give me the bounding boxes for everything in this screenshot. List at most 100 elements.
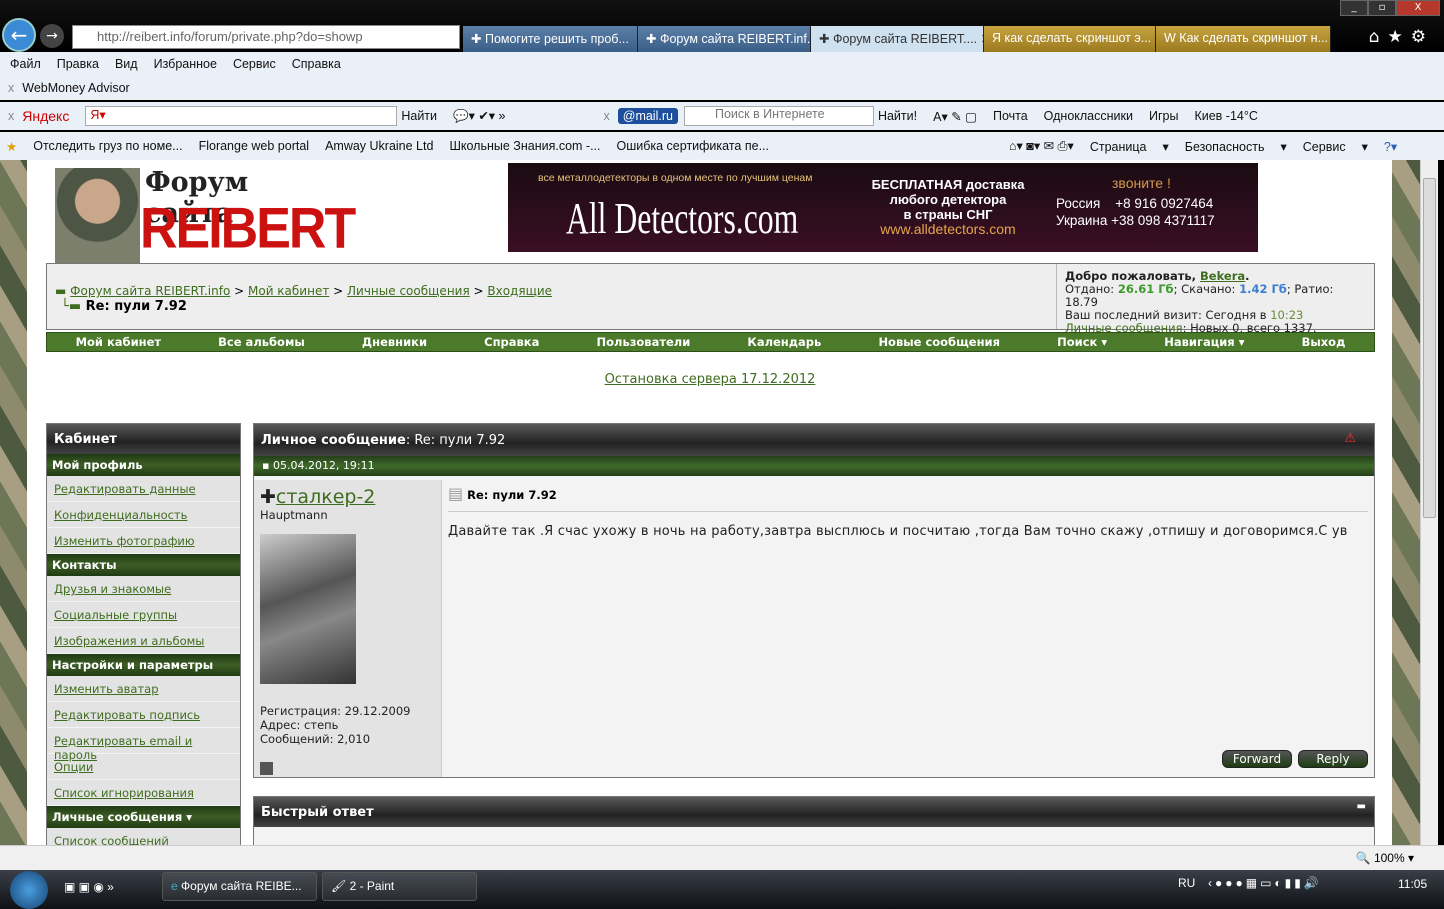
browser-titlebar: _ ▫ X ← → http://reibert.info/forum/privat… [0,0,1444,52]
ad-banner[interactable]: все металлодетекторы в одном месте по лу… [508,163,1258,252]
home-favorites-tools-icons[interactable]: ⌂★⚙ [1369,27,1434,47]
taskbar-item-paint[interactable]: 🖌 2 - Paint [322,872,477,901]
zoom-control[interactable]: 🔍 100% ▾ [1356,851,1414,865]
banner-brand: All Detectors.com [566,194,799,243]
username-link[interactable]: Bekera [1200,269,1245,283]
sidebar-item[interactable]: Редактировать подпись [54,708,200,722]
nav-users[interactable]: Пользователи [597,335,691,349]
current-page-title: └▬ Re: пули 7.92 [61,299,187,314]
nav-new-posts[interactable]: Новые сообщения [878,335,1000,349]
tab[interactable]: W Как сделать скриншот н... [1156,26,1331,52]
banner-phones: Россия +8 916 0927464 Украина +38 098 437… [1056,196,1215,228]
favorite-link[interactable]: Школьные Знания.com -... [449,139,600,153]
nav-logout[interactable]: Выход [1302,335,1346,349]
nav-diaries[interactable]: Дневники [362,335,427,349]
message-date: ▪ 05.04.2012, 19:11 [254,456,1374,476]
favorites-star-icon[interactable]: ★ [6,139,17,154]
back-button[interactable]: ← [2,18,36,52]
webmoney-advisor[interactable]: WebMoney Advisor [22,81,129,95]
menu-edit[interactable]: Правка [57,57,99,71]
start-button[interactable] [10,871,48,909]
scrollbar-thumb[interactable] [1423,178,1436,518]
close-icon[interactable]: x [8,81,14,95]
nav-my-cabinet[interactable]: Мой кабинет [76,335,161,349]
yandex-search-input[interactable]: Я▾ [85,106,398,126]
sidebar-item[interactable]: Изображения и альбомы [54,634,204,648]
nav-search[interactable]: Поиск ▾ [1057,335,1107,349]
breadcrumb-inbox[interactable]: Входящие [487,284,552,298]
sidebar-section[interactable]: Личные сообщения ▾ [47,806,240,828]
close-button[interactable]: X [1396,0,1440,16]
language-indicator[interactable]: RU [1178,876,1195,890]
text-tools-icons[interactable]: A▾ ✎ ▢ [933,109,977,124]
sidebar: Кабинет Мой профиль Редактировать данные… [46,423,241,854]
tab[interactable]: Я как сделать скриншот э... [984,26,1156,52]
sidebar-item[interactable]: Конфиденциальность [54,508,187,522]
clock[interactable]: 11:05 [1398,877,1427,891]
collapse-icon[interactable]: ▬ [1357,801,1366,812]
nav-calendar[interactable]: Календарь [747,335,821,349]
mailru-logo[interactable]: @mail.ru [617,108,678,124]
favorite-link[interactable]: Amway Ukraine Ltd [325,139,433,153]
breadcrumb-cabinet[interactable]: Мой кабинет [248,284,329,298]
welcome-box: Добро пожаловать, Bekera. Отдано: 26.61 … [1056,264,1374,335]
maximize-button[interactable]: ▫ [1368,0,1396,16]
quick-launch-icons[interactable]: ▣ ▣ ◉ » [64,880,114,894]
mailru-search-input[interactable]: Поиск в Интернете [683,106,874,126]
mailru-find-button[interactable]: Найти! [878,109,917,123]
forum-logo[interactable]: Форум сайта REIBERT [45,163,356,263]
games-link[interactable]: Игры [1149,109,1178,123]
favorite-link[interactable]: Ошибка сертификата пе... [617,139,769,153]
sidebar-item[interactable]: Опции [54,760,93,774]
report-icon[interactable]: ⚠ [1344,431,1356,446]
close-icon[interactable]: x [604,109,610,123]
sidebar-item[interactable]: Изменить аватар [54,682,159,696]
forward-button[interactable]: Forward [1222,750,1292,768]
address-bar[interactable]: http://reibert.info/forum/private.php?do… [72,25,460,49]
favorite-link[interactable]: Florange web portal [199,139,309,153]
author-registration: Регистрация: 29.12.2009 [260,704,411,718]
mail-link[interactable]: Почта [993,109,1028,123]
toolbar-icons[interactable]: 💬▾ ✔▾ » [453,108,505,124]
menu-file[interactable]: Файл [10,57,41,71]
weather-widget[interactable]: Киев -14°C [1194,109,1257,123]
author-avatar[interactable] [260,534,356,684]
close-icon[interactable]: x [8,109,14,123]
menu-view[interactable]: Вид [115,57,138,71]
command-icons[interactable]: ⌂▾ ◙▾ ✉ ⎙▾ [1009,138,1074,154]
soldier-image [55,168,140,263]
author-link[interactable]: сталкер-2 [276,486,375,508]
tools-menu[interactable]: Сервис ▾ [1303,139,1368,154]
page-menu[interactable]: Страница ▾ [1090,139,1169,154]
forward-button[interactable]: → [40,24,64,48]
minimize-button[interactable]: _ [1340,0,1368,16]
safety-menu[interactable]: Безопасность ▾ [1185,139,1287,154]
nav-navigation[interactable]: Навигация ▾ [1164,335,1244,349]
sidebar-item[interactable]: Друзья и знакомые [54,582,171,596]
sidebar-item[interactable]: Редактировать данные [54,482,196,496]
reply-button[interactable]: Reply [1298,750,1368,768]
author-address: Адрес: степь [260,718,339,732]
breadcrumb-pm[interactable]: Личные сообщения [347,284,470,298]
nav-help[interactable]: Справка [484,335,539,349]
menu-help[interactable]: Справка [292,57,341,71]
notice-link[interactable]: Остановка сервера 17.12.2012 [605,372,816,387]
breadcrumb-forum[interactable]: Форум сайта REIBERT.info [70,284,230,298]
sidebar-item[interactable]: Изменить фотографию [54,534,195,548]
tab-active[interactable]: ✚ Форум сайта REIBERT.... ✕ [811,26,984,52]
window-controls: _ ▫ X [1340,0,1440,16]
yandex-find-button[interactable]: Найти [401,109,437,123]
nav-albums[interactable]: Все альбомы [218,335,305,349]
favorite-link[interactable]: Отследить груз по номе... [33,139,182,153]
sidebar-item[interactable]: Список игнорирования [54,786,194,800]
menu-tools[interactable]: Сервис [233,57,276,71]
odnoklassniki-link[interactable]: Одноклассники [1044,109,1133,123]
tab[interactable]: ✚ Форум сайта REIBERT.inf... [638,26,811,52]
sidebar-item[interactable]: Социальные группы [54,608,177,622]
tab[interactable]: ✚ Помогите решить проб... [463,26,638,52]
menu-favorites[interactable]: Избранное [154,57,217,71]
yandex-logo[interactable]: Яндекс [22,108,69,124]
help-icon[interactable]: ?▾ [1384,139,1397,154]
tray-icons[interactable]: ‹●●●▦▭◐▮▮🔊 [1208,876,1322,890]
taskbar-item-ie[interactable]: e Форум сайта REIBE... [162,872,317,901]
